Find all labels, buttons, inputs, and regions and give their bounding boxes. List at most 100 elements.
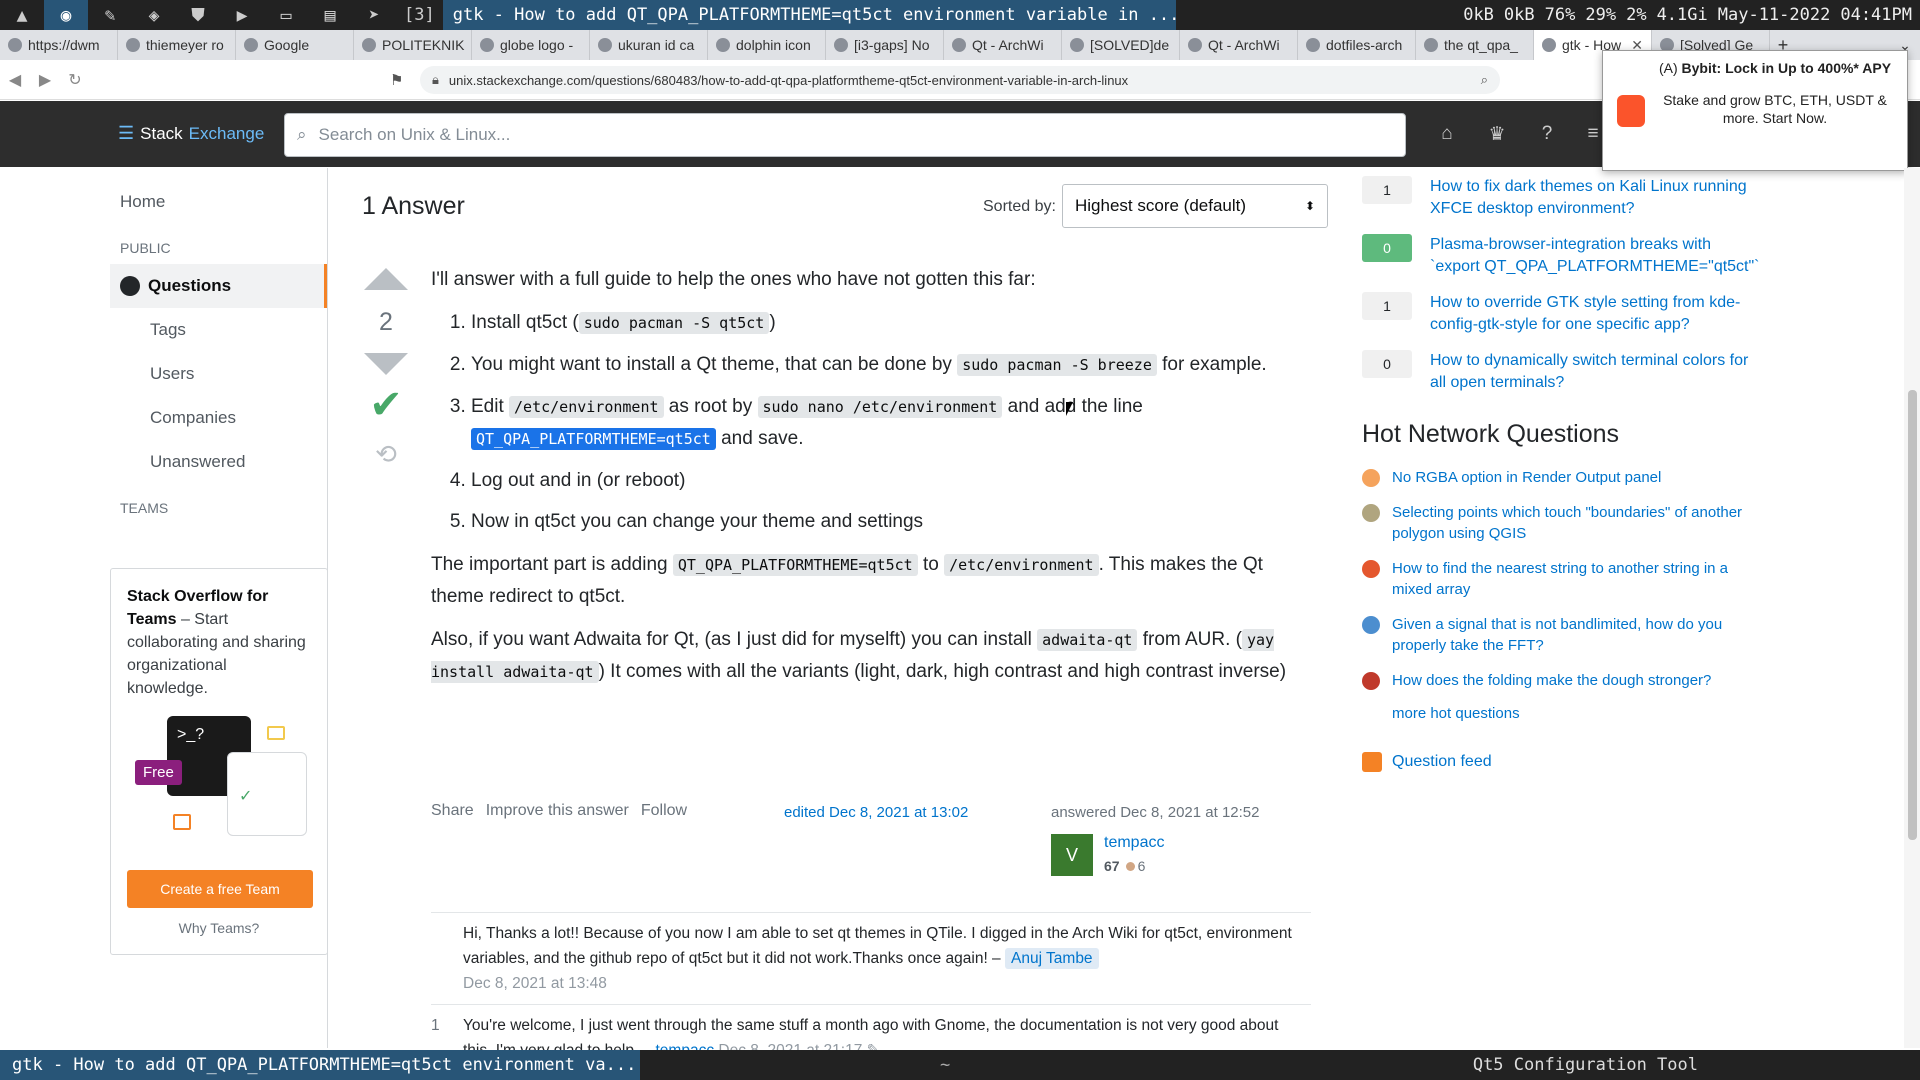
- ad-notification[interactable]: (A) Bybit: Lock in Up to 400%* APY Stake…: [1602, 50, 1908, 171]
- hot-question[interactable]: Given a signal that is not bandlimited, …: [1362, 614, 1762, 656]
- tab-favicon: [716, 38, 730, 52]
- question-feed-link[interactable]: Question feed: [1362, 752, 1762, 772]
- nav-users[interactable]: Users: [110, 352, 327, 396]
- related-score: 0: [1362, 350, 1412, 378]
- teams-illustration: >_? ✓ Free: [127, 716, 311, 846]
- comment-user[interactable]: Anuj Tambe: [1004, 948, 1099, 969]
- nav-questions[interactable]: Questions: [110, 264, 327, 308]
- upvote-icon[interactable]: [364, 268, 408, 290]
- tab[interactable]: ukuran id ca: [590, 30, 708, 60]
- nav-companies[interactable]: Companies: [110, 396, 327, 440]
- tab[interactable]: https://dwm: [0, 30, 118, 60]
- related-title[interactable]: Plasma-browser-integration breaks with `…: [1430, 234, 1762, 278]
- answer-paragraph: Also, if you want Adwaita for Qt, (as I …: [431, 629, 1287, 683]
- related-title[interactable]: How to dynamically switch terminal color…: [1430, 350, 1762, 394]
- comment-date[interactable]: Dec 8, 2021 at 13:48: [463, 975, 607, 992]
- arch-icon[interactable]: ▲: [0, 0, 44, 30]
- related-question[interactable]: 0 Plasma-browser-integration breaks with …: [1362, 234, 1762, 278]
- scrollbar-thumb[interactable]: [1908, 390, 1917, 840]
- bookmark-icon[interactable]: ⚑: [390, 71, 403, 89]
- globe-icon: [120, 276, 140, 296]
- tab[interactable]: thiemeyer ro: [118, 30, 236, 60]
- tab[interactable]: globe logo -: [472, 30, 590, 60]
- more-hot-questions-link[interactable]: more hot questions: [1392, 705, 1762, 722]
- video-icon[interactable]: ▶: [220, 0, 264, 30]
- edited-link[interactable]: edited Dec 8, 2021 at 13:02: [784, 804, 968, 821]
- bottom-window-title[interactable]: gtk - How to add QT_QPA_PLATFORMTHEME=qt…: [0, 1050, 640, 1080]
- help-icon[interactable]: ?: [1534, 123, 1560, 145]
- bottom-window-title-2[interactable]: Qt5 Configuration Tool: [1473, 1055, 1698, 1075]
- site-icon: [1362, 469, 1380, 487]
- related-question[interactable]: 0 How to dynamically switch terminal colo…: [1362, 350, 1762, 394]
- shield-icon[interactable]: ⛊: [176, 0, 220, 30]
- follow-link[interactable]: Follow: [641, 802, 687, 820]
- scrollbar[interactable]: [1904, 168, 1920, 1048]
- tab-favicon: [952, 38, 966, 52]
- workspace-number[interactable]: [3]: [396, 5, 443, 25]
- monitor-icon[interactable]: ▭: [264, 0, 308, 30]
- cube-icon[interactable]: ◈: [132, 0, 176, 30]
- url-bar[interactable]: 🔒︎ unix.stackexchange.com/questions/6804…: [420, 66, 1500, 94]
- related-question[interactable]: 1 How to fix dark themes on Kali Linux ru…: [1362, 176, 1762, 220]
- user-name[interactable]: tempacc: [1104, 834, 1164, 852]
- tab[interactable]: the qt_qpa_: [1416, 30, 1534, 60]
- nav-tags[interactable]: Tags: [110, 308, 327, 352]
- tab-favicon: [1188, 38, 1202, 52]
- related-score: 1: [1362, 176, 1412, 204]
- tab[interactable]: Google: [236, 30, 354, 60]
- tab[interactable]: POLITEKNIK: [354, 30, 472, 60]
- url-text: unix.stackexchange.com/questions/680483/…: [448, 72, 1129, 88]
- why-teams-link[interactable]: Why Teams?: [127, 920, 311, 936]
- sort-select[interactable]: Highest score (default) ⬍: [1062, 184, 1328, 228]
- net-down: 0kB: [1463, 5, 1494, 25]
- answer-intro: I'll answer with a full guide to help th…: [431, 269, 1036, 290]
- main-content: 1 Answer Sorted by: Highest score (defau…: [362, 168, 1332, 1072]
- related-question[interactable]: 1 How to override GTK style setting from …: [1362, 292, 1762, 336]
- tab-favicon: [8, 38, 22, 52]
- related-title[interactable]: How to override GTK style setting from k…: [1430, 292, 1762, 336]
- avatar[interactable]: V: [1051, 834, 1093, 876]
- answer-count: 1 Answer: [362, 192, 465, 220]
- bronze-badge-icon: [1125, 862, 1135, 871]
- search-input[interactable]: ⌕ Search on Unix & Linux...: [284, 113, 1406, 157]
- tab[interactable]: dotfiles-arch: [1298, 30, 1416, 60]
- browser-workspace-icon[interactable]: ◉: [44, 0, 88, 30]
- related-title[interactable]: How to fix dark themes on Kali Linux run…: [1430, 176, 1762, 220]
- menu-icon[interactable]: ☰: [118, 123, 134, 144]
- telegram-icon[interactable]: ➤: [352, 0, 396, 30]
- nav-unanswered[interactable]: Unanswered: [110, 440, 327, 484]
- trophy-icon[interactable]: ♛: [1484, 123, 1510, 145]
- back-icon[interactable]: ◀: [0, 70, 30, 90]
- nav-home[interactable]: Home: [110, 180, 327, 224]
- hot-question[interactable]: Selecting points which touch "boundaries…: [1362, 502, 1762, 544]
- stackexchange-logo[interactable]: ☰ Stack Exchange: [118, 123, 264, 144]
- hot-question[interactable]: How to find the nearest string to anothe…: [1362, 558, 1762, 600]
- hot-question[interactable]: No RGBA option in Render Output panel: [1362, 467, 1762, 488]
- hot-question[interactable]: How does the folding make the dough stro…: [1362, 670, 1762, 691]
- history-icon[interactable]: ⟲: [362, 439, 410, 470]
- site-icon: [1362, 504, 1380, 522]
- inbox-icon[interactable]: ⌂: [1434, 123, 1460, 145]
- selected-code[interactable]: QT_QPA_PLATFORMTHEME=qt5ct: [471, 428, 716, 450]
- tab[interactable]: dolphin icon: [708, 30, 826, 60]
- tab[interactable]: [SOLVED]de: [1062, 30, 1180, 60]
- share-link[interactable]: Share: [431, 802, 474, 820]
- left-sidebar: Home PUBLIC Questions Tags Users Compani…: [110, 168, 328, 1048]
- tab[interactable]: Qt - ArchWi: [1180, 30, 1298, 60]
- pen-icon[interactable]: ✎: [88, 0, 132, 30]
- create-team-button[interactable]: Create a free Team: [127, 870, 313, 908]
- zoom-icon[interactable]: ⌕: [1481, 72, 1488, 88]
- tab[interactable]: [i3-gaps] No: [826, 30, 944, 60]
- tab-favicon: [598, 38, 612, 52]
- hot-network-title: Hot Network Questions: [1362, 420, 1620, 448]
- cpu: 2%: [1626, 5, 1647, 25]
- improve-link[interactable]: Improve this answer: [486, 802, 629, 820]
- ad-body: Stake and grow BTC, ETH, USDT & more. St…: [1663, 92, 1887, 126]
- tab[interactable]: Qt - ArchWi: [944, 30, 1062, 60]
- forward-icon[interactable]: ▶: [30, 70, 60, 90]
- chat-bubble-icon: [267, 726, 285, 740]
- reload-icon[interactable]: ↻: [60, 70, 90, 90]
- downvote-icon[interactable]: [364, 353, 408, 375]
- folder-icon[interactable]: ▤: [308, 0, 352, 30]
- answer-paragraph: The important part is adding QT_QPA_PLAT…: [431, 554, 1263, 607]
